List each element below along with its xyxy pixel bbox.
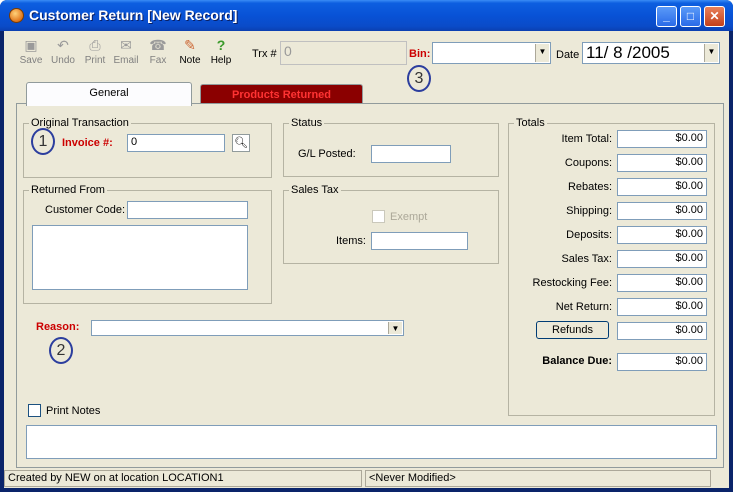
maximize-button[interactable]: □ <box>680 6 701 27</box>
invoice-field[interactable]: 0 <box>127 134 225 152</box>
customer-code-field[interactable] <box>127 201 248 219</box>
save-label: Save <box>19 55 43 66</box>
deposits-label: Deposits: <box>566 229 612 241</box>
shipping-field[interactable]: $0.00 <box>617 202 707 220</box>
print-notes-checkbox[interactable] <box>28 404 41 417</box>
undo-label: Undo <box>51 55 75 66</box>
tab-panel-general: Original Transaction 1 Invoice #: 0 🔍︎ R… <box>16 103 724 468</box>
reason-label: Reason: <box>36 321 80 333</box>
help-label: Help <box>210 55 232 66</box>
customer-address-box[interactable] <box>32 225 248 290</box>
window-title: Customer Return [New Record] <box>29 7 238 23</box>
client-area: ▣ Save ↶ Undo ⎙ Print ✉ Email ☎ Fax ✎ No… <box>4 31 729 488</box>
customer-code-label: Customer Code: <box>45 204 126 216</box>
bin-label: Bin: <box>409 48 431 60</box>
coupons-field[interactable]: $0.00 <box>617 154 707 172</box>
status-modified: <Never Modified> <box>365 470 711 487</box>
annotation-1: 1 <box>31 128 55 155</box>
sales-tax-total-field[interactable]: $0.00 <box>617 250 707 268</box>
restocking-fee-label: Restocking Fee: <box>532 277 612 289</box>
annotation-2: 2 <box>49 337 73 364</box>
email-button[interactable]: ✉ Email <box>111 37 141 66</box>
gl-posted-field[interactable] <box>371 145 451 163</box>
app-icon <box>9 8 24 23</box>
sales-tax-total-label: Sales Tax: <box>561 253 612 265</box>
undo-button[interactable]: ↶ Undo <box>48 37 78 66</box>
floppy-icon: ▣ <box>24 37 38 53</box>
close-button[interactable]: ✕ <box>704 6 725 27</box>
exempt-label: Exempt <box>390 211 428 223</box>
email-label: Email <box>113 55 139 66</box>
sales-tax-legend: Sales Tax <box>291 184 339 196</box>
trx-label: Trx # <box>252 48 277 60</box>
refunds-button[interactable]: Refunds <box>536 321 609 339</box>
shipping-label: Shipping: <box>566 205 612 217</box>
restocking-fee-field[interactable]: $0.00 <box>617 274 707 292</box>
chevron-down-icon[interactable]: ▼ <box>704 44 718 62</box>
title-bar[interactable]: Customer Return [New Record] _ □ ✕ <box>0 0 733 31</box>
exempt-checkbox[interactable] <box>372 210 385 223</box>
items-field[interactable] <box>371 232 468 250</box>
search-icon[interactable]: 🔍︎ <box>232 134 250 152</box>
annotation-3: 3 <box>407 65 431 92</box>
help-button[interactable]: ? Help <box>206 37 236 66</box>
notes-field[interactable] <box>26 425 717 459</box>
undo-icon: ↶ <box>57 37 69 53</box>
item-total-field[interactable]: $0.00 <box>617 130 707 148</box>
rebates-field[interactable]: $0.00 <box>617 178 707 196</box>
sales-tax-group: Sales Tax <box>283 184 499 264</box>
email-icon: ✉ <box>120 37 132 53</box>
printer-icon: ⎙ <box>89 37 101 53</box>
date-value: 11/ 8 /2005 <box>586 43 670 62</box>
bin-select[interactable]: ▼ <box>432 42 551 64</box>
status-created: Created by NEW on at location LOCATION1 <box>4 470 362 487</box>
note-label: Note <box>179 55 201 66</box>
net-return-label: Net Return: <box>555 301 612 313</box>
invoice-label: Invoice #: <box>62 137 113 149</box>
totals-legend: Totals <box>516 117 545 129</box>
window-frame: Customer Return [New Record] _ □ ✕ ▣ Sav… <box>0 0 733 492</box>
note-icon: ✎ <box>184 37 196 53</box>
coupons-label: Coupons: <box>564 157 612 169</box>
print-label: Print <box>84 55 106 66</box>
item-total-label: Item Total: <box>561 133 612 145</box>
reason-select[interactable]: ▼ <box>91 320 404 336</box>
net-return-field[interactable]: $0.00 <box>617 298 707 316</box>
print-button[interactable]: ⎙ Print <box>80 37 110 66</box>
refunds-field[interactable]: $0.00 <box>617 322 707 340</box>
balance-due-label: Balance Due: <box>542 355 612 367</box>
fax-button[interactable]: ☎ Fax <box>143 37 173 66</box>
minimize-button[interactable]: _ <box>656 6 677 27</box>
chevron-down-icon[interactable]: ▼ <box>388 322 402 334</box>
balance-due-field[interactable]: $0.00 <box>617 353 707 371</box>
help-icon: ? <box>216 37 226 53</box>
note-button[interactable]: ✎ Note <box>175 37 205 66</box>
items-label: Items: <box>336 235 366 247</box>
tab-general[interactable]: General <box>26 82 192 106</box>
gl-posted-label: G/L Posted: <box>298 148 356 160</box>
date-label: Date <box>556 49 580 61</box>
chevron-down-icon[interactable]: ▼ <box>535 44 549 62</box>
fax-label: Fax <box>149 55 167 66</box>
date-picker[interactable]: 11/ 8 /2005 ▼ <box>582 42 720 64</box>
save-button[interactable]: ▣ Save <box>16 37 46 66</box>
trx-field[interactable]: 0 <box>280 41 407 65</box>
deposits-field[interactable]: $0.00 <box>617 226 707 244</box>
status-legend: Status <box>291 117 323 129</box>
print-notes-label: Print Notes <box>46 405 101 417</box>
returned-from-legend: Returned From <box>31 184 105 196</box>
rebates-label: Rebates: <box>567 181 612 193</box>
fax-icon: ☎ <box>149 37 167 53</box>
